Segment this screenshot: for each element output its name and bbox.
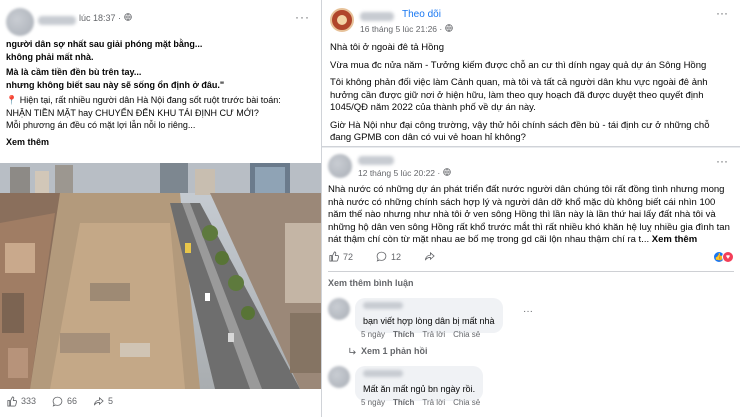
like-comment-button[interactable]: Thích — [393, 398, 414, 407]
post-paragraph: Giờ Hà Nội như đại công trường, vậy thử … — [330, 119, 710, 144]
author-name-blurred[interactable] — [358, 156, 394, 165]
comment-age[interactable]: 5 ngày — [361, 398, 385, 407]
page-name-blurred[interactable] — [360, 12, 394, 21]
comment-icon — [376, 251, 387, 262]
pin-icon: 📍 — [6, 95, 18, 105]
like-icon — [329, 251, 339, 262]
post-line: NHẬN TIỀN MẶT hay CHUYỂN ĐẾN KHU TÁI ĐỊN… — [6, 107, 259, 118]
reply-comment-button[interactable]: Trả lời — [422, 398, 445, 407]
view-replies-link[interactable]: Xem 1 phản hồi — [348, 346, 428, 356]
commenter-name-blurred[interactable] — [363, 370, 403, 377]
post-line: người dân sợ nhất sau giải phóng mặt bằn… — [6, 39, 203, 49]
globe-icon — [444, 24, 453, 32]
ellipsis-icon[interactable]: ··· — [716, 154, 728, 168]
comment: bạn viết hợp lòng dân bị mất nhà ··· 5 n… — [328, 298, 734, 358]
post-line: Mỗi phương án đều có mặt lợi lẫn nỗi lo … — [6, 120, 196, 130]
left-post: lúc 18:37 · ··· người dân sợ nhất sau gi… — [0, 0, 322, 417]
see-more-link[interactable]: Xem thêm — [6, 136, 316, 149]
post-body: Nhà nước có những dự án phát triển đất n… — [328, 184, 734, 247]
ellipsis-icon[interactable]: ··· — [295, 10, 310, 24]
reply-comment-button[interactable]: Trả lời — [422, 330, 445, 339]
shares-count[interactable]: 5 — [93, 396, 113, 407]
aerial-city-photo — [0, 163, 321, 389]
post-paragraph: Tôi không phản đối việc làm Cảnh quan, m… — [330, 77, 708, 113]
like-comment-button[interactable]: Thích — [393, 330, 414, 339]
author-avatar[interactable] — [328, 154, 352, 178]
see-more-link[interactable]: Xem thêm — [652, 234, 697, 245]
right-top-post: Theo dõi 16 tháng 5 lúc 21:26 · ··· Nhà … — [322, 0, 740, 147]
share-button[interactable] — [424, 251, 435, 262]
share-comment-button[interactable]: Chia sẻ — [453, 398, 480, 407]
share-icon — [94, 396, 104, 405]
globe-icon — [123, 13, 132, 21]
ellipsis-icon[interactable]: ··· — [523, 306, 533, 317]
post-time[interactable]: 12 tháng 5 lúc 20:22 · — [358, 168, 451, 178]
comment-bubble: bạn viết hợp lòng dân bị mất nhà — [355, 298, 503, 333]
post-paragraph: Vừa mua đc nửa năm - Tưởng kiếm được chỗ… — [330, 59, 707, 71]
comment-text: Mất ăn mất ngủ bn ngày rồi. — [363, 384, 476, 394]
author-avatar[interactable] — [6, 8, 34, 36]
commenter-avatar[interactable] — [328, 366, 350, 388]
post-time[interactable]: 16 tháng 5 lúc 21:26 · — [360, 24, 453, 34]
comments-count[interactable]: 66 — [52, 396, 77, 407]
comment-bubble: Mất ăn mất ngủ bn ngày rồi. — [355, 366, 484, 401]
commenter-avatar[interactable] — [328, 298, 350, 320]
post-photo[interactable] — [0, 163, 321, 389]
comment: Mất ăn mất ngủ bn ngày rồi. 5 ngày Thích… — [328, 366, 734, 416]
globe-icon — [442, 168, 451, 176]
right-bottom-post: 12 tháng 5 lúc 20:22 · ··· Nhà nước có n… — [322, 148, 740, 417]
post-body: người dân sợ nhất sau giải phóng mặt bằn… — [6, 38, 316, 148]
share-icon — [424, 251, 435, 261]
share-comment-button[interactable]: Chia sẻ — [453, 330, 480, 339]
post-line: Hiện tại, rất nhiều người dân Hà Nội đan… — [19, 95, 281, 105]
divider — [328, 271, 734, 272]
post-body: Nhà tôi ở ngoài đê tả Hồng Vừa mua đc nử… — [330, 42, 732, 150]
comments-count[interactable]: 12 — [376, 251, 401, 262]
reactions-count[interactable]: 333 — [6, 396, 36, 407]
reply-arrow-icon — [349, 347, 356, 355]
comment-actions: 5 ngày Thích Trả lời Chia sẻ — [361, 330, 480, 339]
reaction-bar: 72 12 👍 ♥ — [328, 251, 734, 267]
comment-actions: 5 ngày Thích Trả lời Chia sẻ — [361, 398, 480, 407]
commenter-name-blurred[interactable] — [363, 302, 403, 309]
ellipsis-icon[interactable]: ··· — [716, 6, 728, 20]
like-icon — [7, 396, 17, 406]
post-line: không phải mất nhà. — [6, 51, 94, 62]
author-name-blurred[interactable] — [38, 16, 76, 25]
post-header: lúc 18:37 · ··· — [6, 8, 316, 38]
post-line: nhưng không biết sau này sẽ sống ổn định… — [6, 79, 225, 90]
reaction-bar: 333 66 5 — [6, 392, 316, 410]
post-paragraph: Nhà tôi ở ngoài đê tả Hồng — [330, 42, 444, 53]
post-line: Mà là cầm tiền đền bù trên tay... — [6, 67, 142, 77]
follow-button[interactable]: Theo dõi — [402, 9, 441, 20]
post-time[interactable]: lúc 18:37 · — [79, 13, 132, 23]
comment-icon — [52, 396, 63, 407]
comment-text: bạn viết hợp lòng dân bị mất nhà — [363, 316, 495, 326]
see-more-comments-link[interactable]: Xem thêm bình luận — [328, 278, 414, 288]
reaction-emojis[interactable]: 👍 ♥ — [713, 251, 734, 263]
likes-count[interactable]: 72 — [328, 251, 353, 262]
comment-age[interactable]: 5 ngày — [361, 330, 385, 339]
page-logo[interactable] — [330, 8, 354, 32]
heart-reaction-icon: ♥ — [722, 251, 734, 263]
